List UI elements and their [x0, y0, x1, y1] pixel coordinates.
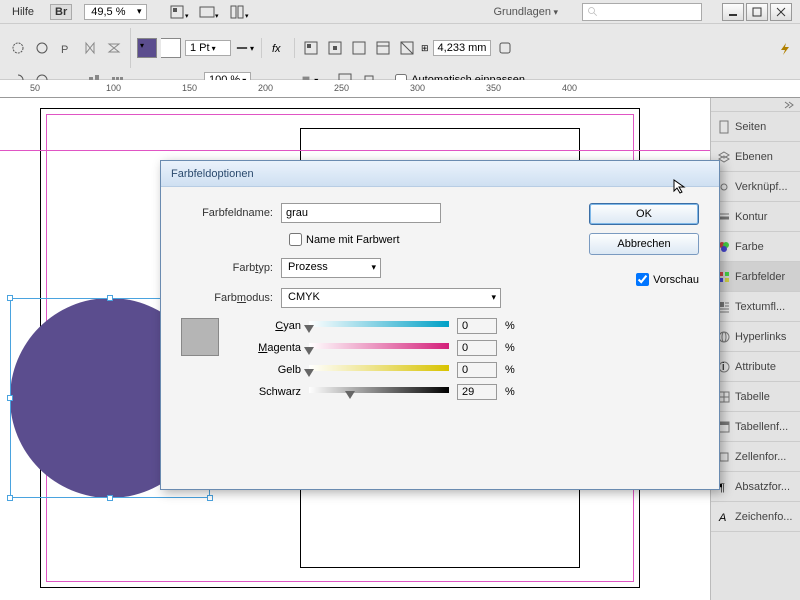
stroke-style-icon[interactable]: [235, 38, 255, 58]
corner-options-icon[interactable]: [495, 38, 515, 58]
panel-verknuepfungen[interactable]: Verknüpf...: [711, 172, 800, 202]
cyan-slider[interactable]: [309, 321, 449, 331]
panel-ebenen[interactable]: Ebenen: [711, 142, 800, 172]
fill-swatch[interactable]: [137, 38, 157, 58]
window-controls: [722, 3, 792, 21]
workspace-switcher[interactable]: Grundlagen: [487, 4, 570, 20]
search-icon: [587, 6, 599, 18]
swatch-name-field[interactable]: [281, 203, 441, 223]
handle-sw[interactable]: [7, 495, 13, 501]
cyan-label: Cyan: [231, 320, 301, 332]
cyan-slider-row: Cyan 0 %: [231, 318, 519, 334]
handle-se[interactable]: [207, 495, 213, 501]
percent-label: %: [505, 364, 519, 376]
text-wrap4-icon[interactable]: [373, 38, 393, 58]
preview-label: Vorschau: [653, 274, 699, 286]
cancel-button[interactable]: Abbrechen: [589, 233, 699, 255]
name-with-value-checkbox[interactable]: [289, 233, 302, 246]
effects-icon[interactable]: fx: [268, 38, 288, 58]
yellow-slider[interactable]: [309, 365, 449, 375]
yellow-label: Gelb: [231, 364, 301, 376]
color-mode-select[interactable]: CMYK: [281, 288, 501, 308]
panel-tabelle[interactable]: Tabelle: [711, 382, 800, 412]
screen-mode-icon[interactable]: ▾: [193, 2, 221, 22]
color-preview-swatch: [181, 318, 219, 356]
preview-checkbox[interactable]: [636, 273, 649, 286]
magenta-label: Magenta: [231, 342, 301, 354]
magenta-slider[interactable]: [309, 343, 449, 353]
maximize-button[interactable]: [746, 3, 768, 21]
handle-n[interactable]: [107, 295, 113, 301]
search-field[interactable]: [582, 3, 702, 21]
yellow-value-field[interactable]: 0: [457, 362, 497, 378]
horizontal-ruler[interactable]: 50 100 150 200 250 300 350 400: [0, 80, 800, 98]
zoom-level-field[interactable]: 49,5 %: [84, 4, 146, 20]
swatch-name-label: Farbfeldname:: [181, 207, 281, 219]
type-on-path-icon[interactable]: P: [56, 38, 76, 58]
panel-tabellenformate[interactable]: Tabellenf...: [711, 412, 800, 442]
minimize-button[interactable]: [722, 3, 744, 21]
view-options-icon[interactable]: ▾: [163, 2, 191, 22]
menu-bar: Hilfe Br 49,5 % ▾ ▾ ▾ Grundlagen: [0, 0, 800, 24]
flip-v-icon[interactable]: [104, 38, 124, 58]
panel-attribute[interactable]: iAttribute: [711, 352, 800, 382]
panel-absatzformate[interactable]: ¶Absatzfor...: [711, 472, 800, 502]
panel-farbfelder[interactable]: Farbfelder: [711, 262, 800, 292]
close-button[interactable]: [770, 3, 792, 21]
panel-zeichenformate[interactable]: AZeichenfo...: [711, 502, 800, 532]
panel-kontur[interactable]: Kontur: [711, 202, 800, 232]
help-menu[interactable]: Hilfe: [8, 4, 38, 20]
text-wrap3-icon[interactable]: [349, 38, 369, 58]
handle-w[interactable]: [7, 395, 13, 401]
ok-button[interactable]: OK: [589, 203, 699, 225]
panel-dock: Seiten Ebenen Verknüpf... Kontur Farbe F…: [710, 98, 800, 600]
convert-point2-icon[interactable]: [32, 38, 52, 58]
panel-zellenformate[interactable]: Zellenfor...: [711, 442, 800, 472]
width-field[interactable]: 4,233 mm: [433, 40, 492, 56]
panel-hyperlinks[interactable]: Hyperlinks: [711, 322, 800, 352]
panel-textumfluss[interactable]: Textumfl...: [711, 292, 800, 322]
pages-icon: [717, 120, 731, 134]
bridge-button[interactable]: Br: [50, 4, 72, 20]
magenta-slider-row: Magenta 0 %: [231, 340, 519, 356]
stroke-swatch[interactable]: [161, 38, 181, 58]
guide[interactable]: [0, 150, 710, 151]
black-value-field[interactable]: 29: [457, 384, 497, 400]
svg-text:fx: fx: [272, 43, 281, 55]
convert-point-icon[interactable]: [8, 38, 28, 58]
stroke-weight-field[interactable]: 1 Pt: [185, 40, 231, 56]
percent-label: %: [505, 320, 519, 332]
cyan-value-field[interactable]: 0: [457, 318, 497, 334]
dialog-titlebar[interactable]: Farbfeldoptionen: [161, 161, 719, 187]
text-wrap5-icon[interactable]: [397, 38, 417, 58]
percent-label: %: [505, 386, 519, 398]
flip-h-icon[interactable]: [80, 38, 100, 58]
quick-apply-icon[interactable]: [778, 42, 792, 59]
text-wrap2-icon[interactable]: [325, 38, 345, 58]
charstyles-icon: A: [717, 510, 731, 524]
black-label: Schwarz: [231, 386, 301, 398]
black-slider[interactable]: [309, 387, 449, 397]
handle-s[interactable]: [107, 495, 113, 501]
name-with-value-label: Name mit Farbwert: [306, 234, 400, 246]
control-bar: P 1 Pt fx ⊞ 4,233 mm: [0, 24, 800, 80]
text-wrap1-icon[interactable]: [301, 38, 321, 58]
black-slider-row: Schwarz 29 %: [231, 384, 519, 400]
handle-nw[interactable]: [7, 295, 13, 301]
svg-text:P: P: [61, 44, 68, 55]
svg-text:A: A: [718, 512, 726, 524]
arrange-icon[interactable]: ▾: [223, 2, 251, 22]
color-type-label: Farbtyp:: [181, 262, 281, 274]
color-type-select[interactable]: Prozess: [281, 258, 381, 278]
percent-label: %: [505, 342, 519, 354]
swatch-options-dialog: Farbfeldoptionen Farbfeldname: Name mit …: [160, 160, 720, 490]
panel-farbe[interactable]: Farbe: [711, 232, 800, 262]
svg-text:i: i: [722, 361, 724, 373]
color-mode-label: Farbmodus:: [181, 292, 281, 304]
magenta-value-field[interactable]: 0: [457, 340, 497, 356]
panel-collapse-button[interactable]: [711, 98, 800, 112]
panel-seiten[interactable]: Seiten: [711, 112, 800, 142]
yellow-slider-row: Gelb 0 %: [231, 362, 519, 378]
dialog-title: Farbfeldoptionen: [171, 168, 254, 180]
